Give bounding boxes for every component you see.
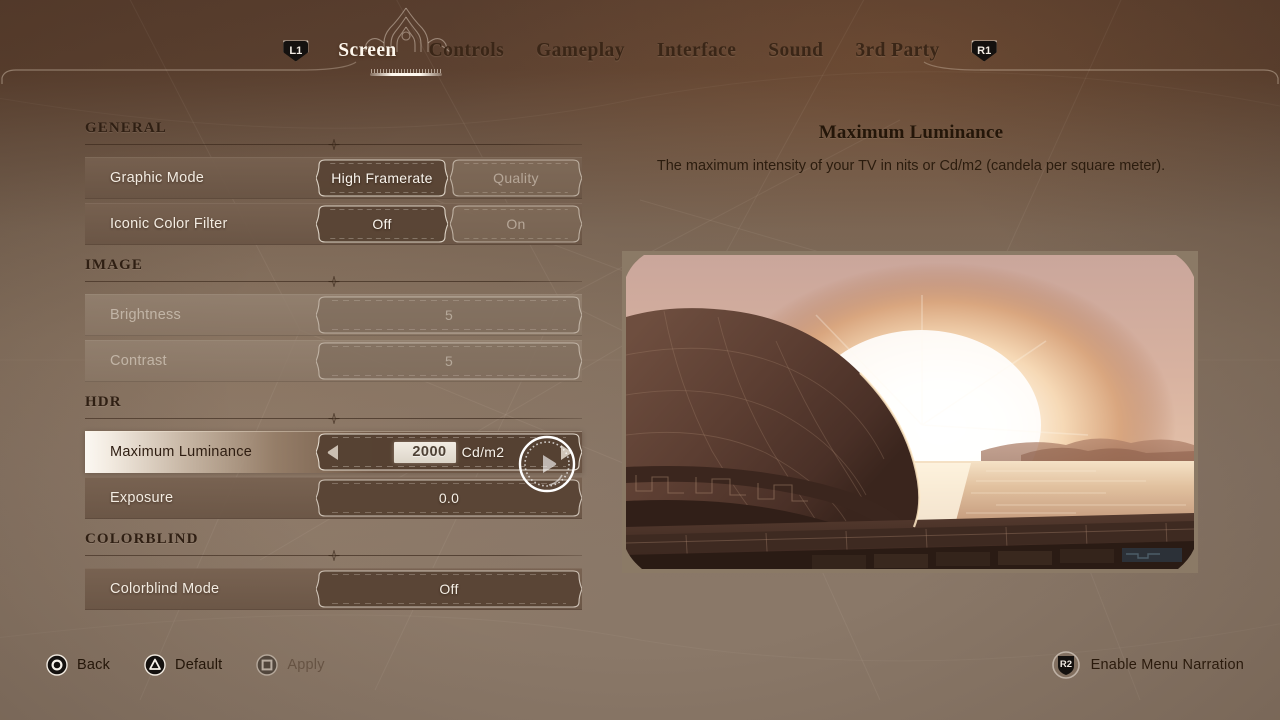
luminance-unit: Cd/m2	[461, 444, 505, 460]
setting-label: Colorblind Mode	[110, 581, 220, 597]
hint-label: Default	[175, 657, 223, 673]
toggle-option-label: Quality	[493, 170, 539, 186]
tab-list: L1 Screen Controls Gameplay Interface So…	[0, 40, 1280, 62]
luminance-value[interactable]: 2000	[393, 441, 456, 463]
toggle-option-on[interactable]: On	[450, 205, 582, 243]
setting-control: 2000 Cd/m2	[316, 433, 582, 471]
hint-label: Enable Menu Narration	[1090, 657, 1244, 673]
setting-row-iconic-color-filter[interactable]: Iconic Color Filter Off On	[85, 203, 582, 245]
section-divider	[85, 550, 582, 561]
section-title: COLORBLIND	[85, 531, 199, 547]
section-title: HDR	[85, 394, 122, 410]
section-title: GENERAL	[85, 120, 167, 136]
setting-control: 5	[316, 342, 582, 380]
stepper-decrement-button[interactable]	[316, 444, 350, 461]
active-tab-underline	[370, 73, 442, 76]
preview-image-panel	[622, 251, 1198, 573]
shoulder-button-l1-badge[interactable]: L1	[283, 40, 309, 62]
value-text: 5	[444, 353, 454, 369]
active-tab-underline-ornament	[371, 69, 441, 73]
tab-controls[interactable]: Controls	[413, 40, 520, 62]
hint-apply: Apply	[256, 654, 324, 676]
tab-bar: L1 Screen Controls Gameplay Interface So…	[0, 0, 1280, 92]
section-title: IMAGE	[85, 257, 143, 273]
settings-list: GENERAL Graphic Mode High Framerate Qual…	[85, 120, 582, 614]
section-colorblind: COLORBLIND Colorblind Mode Off	[85, 531, 582, 610]
setting-control: Off On	[316, 205, 582, 243]
hint-label: Back	[77, 657, 111, 673]
diamond-ornament-icon	[327, 413, 340, 424]
toggle-option-label: Off	[372, 216, 392, 232]
toggle-option-label: On	[506, 216, 526, 232]
footer-hints-left: Back Default Apply	[46, 650, 359, 680]
stepper-control: 2000 Cd/m2	[316, 433, 582, 471]
setting-control: High Framerate Quality	[316, 159, 582, 197]
info-description: The maximum intensity of your TV in nits…	[656, 158, 1166, 174]
left-arrow-icon	[327, 444, 338, 460]
setting-row-exposure[interactable]: Exposure 0.0	[85, 477, 582, 519]
toggle-option-label: High Framerate	[331, 170, 433, 186]
stepper-row: 2000 Cd/m2	[316, 441, 582, 463]
tab-sound[interactable]: Sound	[752, 40, 839, 62]
tab-gameplay[interactable]: Gameplay	[520, 40, 641, 62]
setting-control: 0.0	[316, 479, 582, 517]
info-title: Maximum Luminance	[818, 122, 1004, 143]
setting-label: Graphic Mode	[110, 170, 205, 186]
shoulder-button-r1-badge[interactable]: R1	[971, 40, 997, 62]
setting-label: Brightness	[110, 307, 182, 323]
section-divider	[85, 413, 582, 424]
value-text: 5	[444, 307, 454, 323]
setting-label: Contrast	[110, 353, 167, 369]
setting-row-brightness: Brightness 5	[85, 294, 582, 336]
setting-label: Exposure	[110, 490, 174, 506]
hint-default[interactable]: Default	[144, 654, 222, 676]
preview-torn-corners	[626, 255, 1194, 569]
setting-row-maximum-luminance[interactable]: Maximum Luminance 2000 Cd/m2	[85, 431, 582, 473]
setting-row-colorblind-mode[interactable]: Colorblind Mode Off	[85, 568, 582, 610]
value-text: 0.0	[438, 490, 460, 506]
setting-control: Off	[316, 570, 582, 608]
section-hdr: HDR Maximum Luminance 2000 Cd/m2 Exposur…	[85, 394, 582, 519]
shoulder-button-r2-badge: R2	[1051, 651, 1080, 679]
setting-label: Iconic Color Filter	[110, 216, 228, 232]
stepper-value-group: 2000 Cd/m2	[350, 441, 548, 463]
toggle-group: High Framerate Quality	[316, 159, 582, 197]
section-divider	[85, 276, 582, 287]
hdr-calibration-preview-image	[626, 255, 1194, 569]
setting-row-graphic-mode[interactable]: Graphic Mode High Framerate Quality	[85, 157, 582, 199]
setting-control: 5	[316, 296, 582, 334]
circle-button-icon	[46, 654, 68, 676]
setting-row-contrast: Contrast 5	[85, 340, 582, 382]
value-text: Off	[439, 581, 459, 597]
stepper-increment-button[interactable]	[548, 444, 582, 461]
diamond-ornament-icon	[327, 550, 340, 561]
hint-label: Apply	[287, 657, 325, 673]
tab-interface[interactable]: Interface	[641, 40, 752, 62]
footer-hint-right[interactable]: R2 Enable Menu Narration	[1051, 650, 1244, 680]
right-arrow-icon	[560, 444, 571, 460]
triangle-button-icon	[144, 654, 166, 676]
toggle-option-quality[interactable]: Quality	[450, 159, 582, 197]
square-button-icon	[256, 654, 279, 676]
diamond-ornament-icon	[327, 276, 340, 287]
section-general: GENERAL Graphic Mode High Framerate Qual…	[85, 120, 582, 245]
section-image: IMAGE Brightness 5 Contrast 5	[85, 257, 582, 382]
toggle-group: Off On	[316, 205, 582, 243]
tab-3rd-party[interactable]: 3rd Party	[839, 40, 955, 62]
setting-label: Maximum Luminance	[110, 444, 253, 460]
diamond-ornament-icon	[327, 139, 340, 150]
value-box: 5	[316, 296, 582, 334]
value-box[interactable]: Off	[316, 570, 582, 608]
tab-screen[interactable]: Screen	[322, 40, 412, 62]
value-box: 5	[316, 342, 582, 380]
section-divider	[85, 139, 582, 150]
r2-badge-label: R2	[1060, 659, 1072, 670]
info-panel: Maximum Luminance The maximum intensity …	[620, 122, 1202, 177]
toggle-option-off[interactable]: Off	[316, 205, 448, 243]
toggle-option-high-framerate[interactable]: High Framerate	[316, 159, 448, 197]
preview-frame	[622, 251, 1198, 573]
value-box[interactable]: 0.0	[316, 479, 582, 517]
hint-back[interactable]: Back	[46, 654, 110, 676]
